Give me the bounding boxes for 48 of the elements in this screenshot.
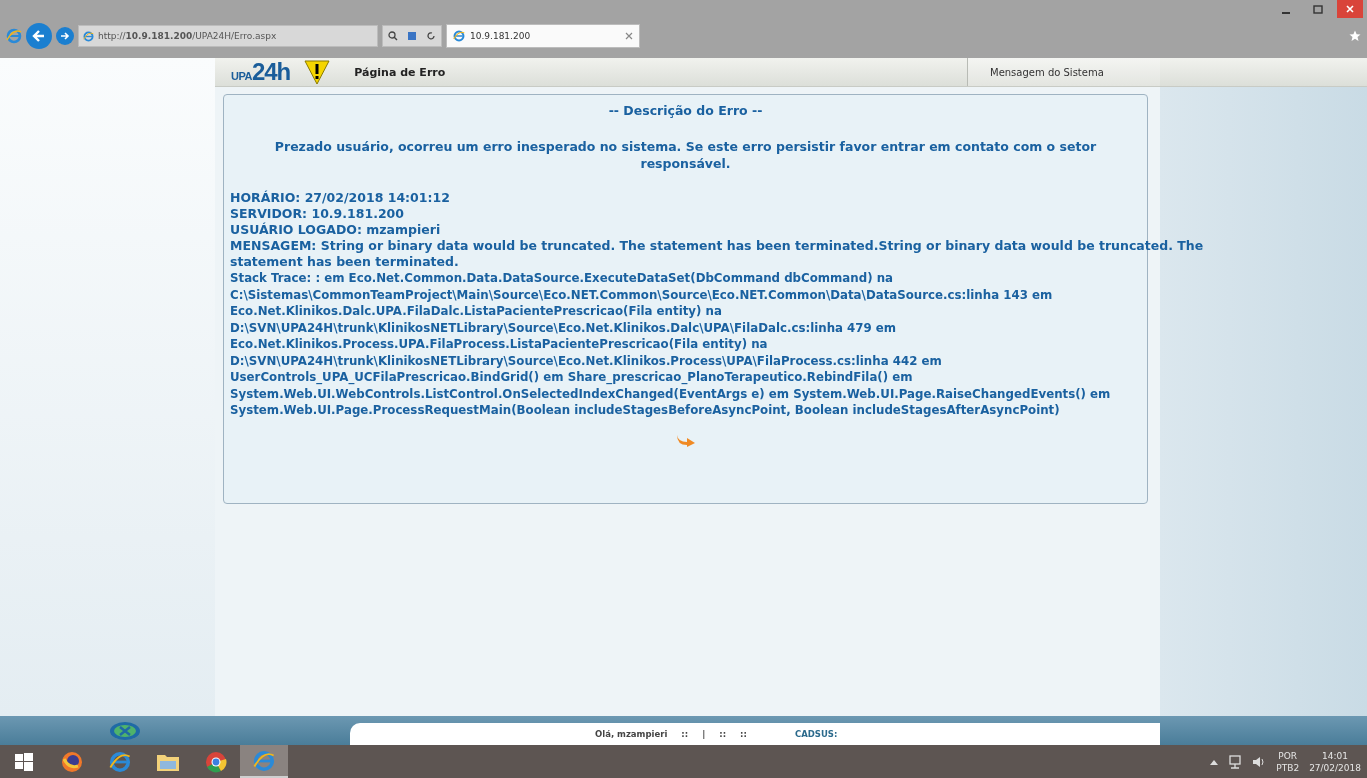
upa-logo: UPA24h [231,58,291,86]
firefox-icon [61,750,83,773]
separator-text: :: [681,729,689,739]
forward-button[interactable] [56,27,74,45]
minimize-icon [1282,12,1290,14]
taskbar-app[interactable] [240,745,288,778]
clock[interactable]: 14:01 27/02/2018 [1309,749,1361,774]
browser-tab[interactable]: 10.9.181.200 [446,24,640,48]
search-icon[interactable] [387,31,398,41]
internet-explorer-icon [453,30,465,42]
close-tab-icon[interactable] [625,32,633,40]
address-field[interactable]: http://10.9.181.200/UPA24H/Erro.aspx [78,25,378,47]
restore-icon [1313,4,1323,14]
error-detail: MENSAGEM: String or binary data would be truncated. The statement has been terminated.String or binary data would be truncated. The statement has been terminated. [230,238,1205,270]
page-title: Página de Erro [354,65,446,79]
separator-text: | [702,729,706,739]
error-detail: SERVIDOR: 10.9.181.200 [230,206,405,222]
network-icon[interactable] [1228,754,1243,769]
internet-explorer-icon [253,749,275,772]
chrome-icon [205,750,227,773]
close-button[interactable] [1337,0,1363,18]
arrow-left-icon [32,29,46,43]
separator-text: :: [719,729,727,739]
caret-icon[interactable] [1210,758,1219,765]
language-indicator[interactable]: POR PTB2 [1276,749,1300,774]
address-tools[interactable] [382,25,442,47]
refresh-icon[interactable] [426,31,437,41]
separator-text: :: [740,729,747,739]
favorites-star-icon[interactable] [1349,30,1361,42]
greeting-text: Olá, mzampieri [595,729,668,739]
close-icon [1345,4,1355,14]
error-detail: USUÁRIO LOGADO: mzampieri [230,222,442,238]
error-intro: Prezado usuário, ocorreu um erro inesperado no sistema. Se este erro persistir favor entrar em contato com o setor responsável. [273,138,1098,172]
error-heading: -- Descrição do Erro -- [607,103,764,118]
stack-trace: Stack Trace: : em Eco.Net.Common.Data.DataSource.ExecuteDataSet(DbCommand dbCommand) na C:\Sistemas\CommonTeamProject\Main\Source\Eco.NET.Common\Source\Eco.NET.Common\Data\DataSource.cs:linha 143 em Eco.Net.Klinikos.Dalc.UPA.FilaDalc.ListaPacientePrescricao(Fila entity) na D:\SVN\UPA24H\trunk\KlinikosNETLibrary\Source\Eco.Net.Klinikos.Dalc\UPA\FilaDalc.cs:linha 479 em Eco.Net.Klinikos.Process.UPA.FilaProcess.ListaPacientePrescricao(Fila entity) na D:\SVN\UPA24H\trunk\KlinikosNETLibrary\Source\Eco.Net.Klinikos.Process\UPA\FilaProcess.cs:linha 442 em UserControls_UPA_UCFilaPrescricao.BindGrid() em Share_prescricao_PlanoTerapeutico.RebindFila() em System.Web.UI.WebControls.ListControl.OnSelectedIndexChanged(EventArgs e) em System.Web.UI.Page.RaiseChangedEvents() em System.Web.UI.Page.ProcessRequestMain(Boolean includeStagesBeforeAsyncPoint, Boolean includeStagesAfterAsyncPoint) [230,270,1112,419]
system-message-tab[interactable]: Mensagem do Sistema [967,58,1160,86]
arrow-right-icon [60,31,70,41]
warning-icon [304,59,331,85]
internet-explorer-icon [109,750,131,773]
volume-icon[interactable] [1252,754,1267,769]
browser-logo-icon [6,28,22,44]
internet-explorer-icon [83,30,94,42]
error-detail: HORÁRIO: 27/02/2018 14:01:12 [230,190,451,206]
cadsus-label: CADSUS: [794,729,838,739]
compatibility-icon[interactable] [407,31,417,41]
footer-logo-icon [109,720,141,741]
windows-icon [15,752,33,771]
back-button[interactable] [26,23,52,49]
